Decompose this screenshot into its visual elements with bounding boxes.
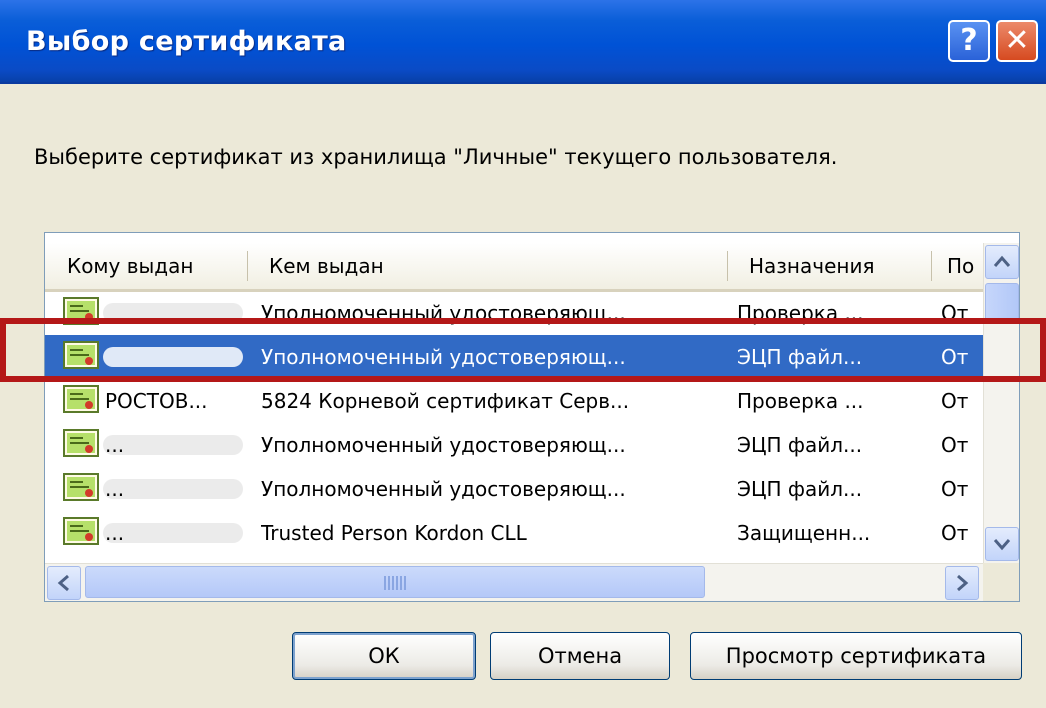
cell-issued-by: Уполномоченный удостоверяющ... — [261, 477, 626, 501]
cell-issued-to: ... — [105, 521, 125, 545]
grip-icon — [384, 576, 406, 590]
certificate-icon — [63, 517, 99, 545]
cell-purposes: ЭЦП файл... — [737, 345, 863, 369]
cell-valid: От — [941, 477, 969, 501]
chevron-down-icon — [993, 539, 1011, 551]
table-row[interactable]: Уполномоченный удостоверяющ... ЭЦП файл..… — [45, 335, 983, 379]
certificate-icon — [63, 429, 99, 457]
chevron-left-icon — [57, 574, 69, 592]
view-certificate-button[interactable]: Просмотр сертификата — [690, 632, 1022, 680]
cell-issued-by: Уполномоченный удостоверяющ... — [261, 301, 626, 325]
close-button[interactable]: ✕ — [996, 20, 1038, 62]
column-divider[interactable] — [727, 251, 728, 281]
cell-issued-by: Уполномоченный удостоверяющ... — [261, 433, 626, 457]
certificate-dialog: Выбор сертификата ? ✕ Выберите сертифика… — [0, 0, 1046, 708]
cell-valid: От — [941, 433, 969, 457]
cell-issued-to — [105, 291, 255, 335]
vertical-scroll-thumb[interactable] — [985, 283, 1019, 323]
cell-valid: От — [941, 521, 969, 545]
column-valid[interactable]: По — [933, 243, 983, 289]
column-divider[interactable] — [931, 251, 932, 281]
table-row[interactable]: ... Уполномоченный удостоверяющ... ЭЦП фай… — [45, 423, 983, 467]
instruction-text: Выберите сертификат из хранилища "Личные… — [34, 145, 838, 169]
horizontal-scrollbar[interactable] — [45, 563, 983, 601]
cell-valid: От — [941, 389, 969, 413]
chevron-up-icon — [993, 255, 1011, 267]
cell-purposes: ЭЦП файл... — [737, 433, 863, 457]
cell-purposes: Проверка ... — [737, 301, 864, 325]
chevron-right-icon — [957, 574, 969, 592]
ok-button[interactable]: ОК — [292, 632, 476, 680]
column-issued-to[interactable]: Кому выдан — [45, 243, 245, 289]
table-row[interactable]: ... Trusted Person Kordon CLL Защищенн... О… — [45, 511, 983, 555]
certificate-list[interactable]: Кому выдан Кем выдан Назначения По Уполн… — [44, 232, 1020, 602]
certificate-icon — [63, 297, 99, 325]
table-row[interactable]: ... Уполномоченный удостоверяющ... ЭЦП фай… — [45, 467, 983, 511]
column-purposes[interactable]: Назначения — [729, 243, 929, 289]
scroll-down-button[interactable] — [985, 527, 1019, 561]
horizontal-scroll-thumb[interactable] — [85, 566, 705, 598]
cell-issued-by: Уполномоченный удостоверяющ... — [261, 345, 626, 369]
cell-purposes: Защищенн... — [737, 521, 871, 545]
cell-valid: От — [941, 345, 969, 369]
cell-purposes: ЭЦП файл... — [737, 477, 863, 501]
cell-valid: От — [941, 301, 969, 325]
title-bar[interactable]: Выбор сертификата ? ✕ — [0, 0, 1046, 84]
certificate-icon — [63, 341, 99, 369]
cell-issued-to: ... — [105, 477, 125, 501]
dialog-title: Выбор сертификата — [26, 26, 347, 57]
scroll-left-button[interactable] — [47, 566, 81, 600]
certificate-icon — [63, 385, 99, 413]
vertical-scrollbar[interactable] — [983, 243, 1019, 563]
cancel-button[interactable]: Отмена — [490, 632, 670, 680]
column-divider[interactable] — [247, 251, 248, 281]
column-issued-by[interactable]: Кем выдан — [249, 243, 727, 289]
scrollbar-corner — [983, 563, 1019, 601]
cell-issued-to: ... — [105, 433, 125, 457]
table-row[interactable]: РОСТОВ... 5824 Корневой сертификат Серв..… — [45, 379, 983, 423]
table-row[interactable]: Уполномоченный удостоверяющ... Проверка .… — [45, 291, 983, 335]
scroll-up-button[interactable] — [985, 245, 1019, 279]
certificate-icon — [63, 473, 99, 501]
help-button[interactable]: ? — [948, 20, 990, 62]
cell-issued-by: Trusted Person Kordon CLL — [261, 521, 527, 545]
cell-issued-to: РОСТОВ... — [105, 389, 208, 413]
scroll-right-button[interactable] — [945, 566, 979, 600]
list-header: Кому выдан Кем выдан Назначения По — [45, 243, 983, 292]
cell-purposes: Проверка ... — [737, 389, 864, 413]
cell-issued-to — [105, 335, 255, 379]
cell-issued-by: 5824 Корневой сертификат Серв... — [261, 389, 630, 413]
